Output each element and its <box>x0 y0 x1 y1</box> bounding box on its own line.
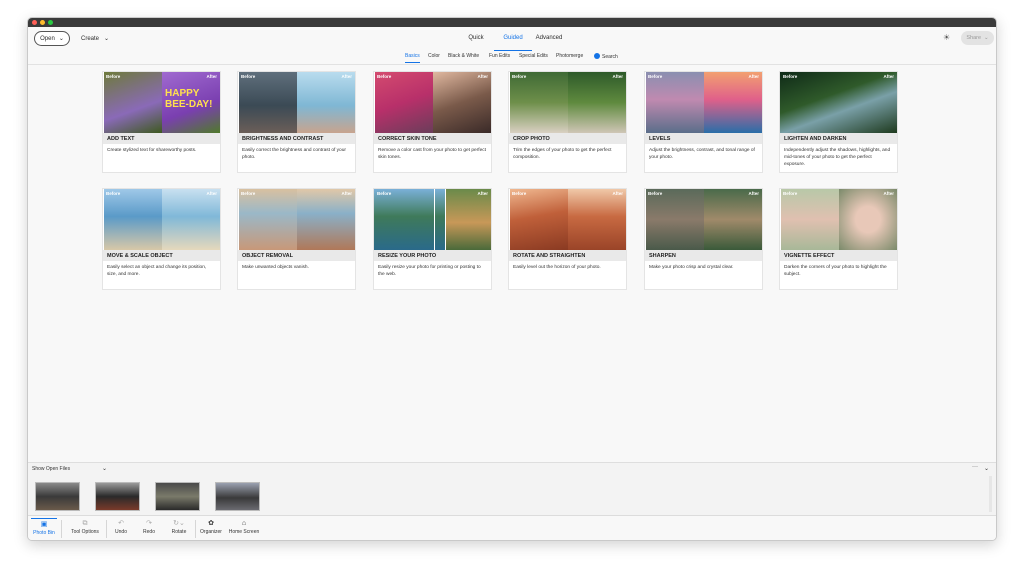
guided-card-move-scale-object[interactable]: Before After MOVE & SCALE OBJECT Easily … <box>102 188 221 290</box>
card-title: SHARPEN <box>645 250 762 261</box>
tool-options-icon: ⧉ <box>82 520 88 527</box>
show-open-files-label: Show Open Files <box>32 466 71 472</box>
card-title: LIGHTEN AND DARKEN <box>780 133 897 144</box>
photo-bin <box>28 474 996 516</box>
guided-card-brightness-contrast[interactable]: Before After BRIGHTNESS AND CONTRAST Eas… <box>237 71 356 173</box>
theme-toggle-sun-icon[interactable]: ☀ <box>943 33 950 42</box>
chevron-down-icon: ⌄ <box>58 36 64 42</box>
guided-card-resize-photo[interactable]: Before After RESIZE YOUR PHOTO Easily re… <box>373 188 492 290</box>
close-window-button[interactable] <box>32 20 37 25</box>
subtab-basics[interactable]: Basics <box>405 53 420 63</box>
guided-category-tabs: Basics Color Black & White Fun Edits Spe… <box>28 51 996 64</box>
open-label: Open <box>40 35 55 42</box>
chevron-down-icon: ⌄ <box>104 36 110 42</box>
redo-icon: ↷ <box>146 520 152 527</box>
guided-card-correct-skin-tone[interactable]: Before After CORRECT SKIN TONE Remove a … <box>373 71 492 173</box>
photo-thumbnail[interactable] <box>215 482 260 511</box>
app-window: Open ⌄ Create ⌄ Quick Guided Advanced ☀ … <box>27 17 997 541</box>
mode-tab-advanced[interactable]: Advanced <box>534 31 564 51</box>
search-icon <box>594 53 600 59</box>
card-description: Create stylized text for shareworthy pos… <box>107 148 197 153</box>
tool-options-button[interactable]: ⧉ Tool Options <box>68 518 102 540</box>
top-bar: Open ⌄ Create ⌄ Quick Guided Advanced ☀ … <box>28 27 996 51</box>
card-title: ADD TEXT <box>103 133 220 144</box>
organizer-button[interactable]: ✿ Organizer <box>199 518 223 540</box>
organizer-icon: ✿ <box>208 520 214 527</box>
bin-scrollbar[interactable] <box>989 476 992 512</box>
rotate-icon: ↻⌄ <box>173 520 185 527</box>
create-label: Create <box>81 35 100 42</box>
header-divider <box>28 64 996 65</box>
card-description: Darken the corners of your photo to high… <box>784 265 887 277</box>
card-description: Easily resize your photo for printing or… <box>378 265 481 277</box>
card-description: Adjust the brightness, contrast, and ton… <box>649 148 755 160</box>
title-bar <box>28 18 996 27</box>
share-label: Share <box>966 35 982 41</box>
subtab-black-white[interactable]: Black & White <box>448 53 479 63</box>
more-options-icon[interactable]: ··· <box>972 464 978 470</box>
chevron-down-icon: ⌄ <box>984 35 989 41</box>
card-description: Trim the edges of your photo to get the … <box>513 148 612 160</box>
card-description: Remove a color cast from your photo to g… <box>378 148 486 160</box>
subtab-special-edits[interactable]: Special Edits <box>519 53 548 63</box>
photo-bin-button[interactable]: ▣ Photo Bin <box>31 518 57 540</box>
guided-card-object-removal[interactable]: Before After OBJECT REMOVAL Make unwante… <box>237 188 356 290</box>
photo-bin-icon: ▣ <box>40 521 48 528</box>
card-description: Easily correct the brightness and contra… <box>242 148 346 160</box>
guided-card-add-text[interactable]: HAPPY BEE-DAY! Before After ADD TEXT Crea… <box>102 71 221 173</box>
subtab-color[interactable]: Color <box>428 53 440 63</box>
rotate-button[interactable]: ↻⌄ Rotate <box>168 518 190 540</box>
home-screen-button[interactable]: ⌂ Home Screen <box>227 518 261 540</box>
card-title: CORRECT SKIN TONE <box>374 133 491 144</box>
zoom-window-button[interactable] <box>48 20 53 25</box>
subtab-search[interactable]: Search <box>594 53 618 63</box>
guided-card-sharpen[interactable]: Before After SHARPEN Make your photo cri… <box>644 188 763 290</box>
share-button[interactable]: Share ⌄ <box>961 31 994 45</box>
card-description: Make your photo crisp and crystal clear. <box>649 265 734 270</box>
mode-tab-quick[interactable]: Quick <box>461 31 491 51</box>
card-title: VIGNETTE EFFECT <box>780 250 897 261</box>
card-title: OBJECT REMOVAL <box>238 250 355 261</box>
open-button[interactable]: Open ⌄ <box>34 31 70 46</box>
card-description: Easily level out the horizon of your pho… <box>513 265 601 270</box>
guided-card-rotate-straighten[interactable]: Before After ROTATE AND STRAIGHTEN Easil… <box>508 188 627 290</box>
home-icon: ⌂ <box>241 520 247 527</box>
collapse-bin-icon[interactable]: ⌄ <box>984 465 989 472</box>
create-button[interactable]: Create ⌄ <box>81 31 109 46</box>
guided-card-lighten-darken[interactable]: Before After LIGHTEN AND DARKEN Independ… <box>779 71 898 173</box>
minimize-window-button[interactable] <box>40 20 45 25</box>
card-title: RESIZE YOUR PHOTO <box>374 250 491 261</box>
photo-thumbnail[interactable] <box>155 482 200 511</box>
card-title: LEVELS <box>645 133 762 144</box>
card-title: CROP PHOTO <box>509 133 626 144</box>
undo-icon: ↶ <box>118 520 124 527</box>
photo-bin-header: Show Open Files ⌄ ··· ⌄ <box>28 462 996 474</box>
subtab-photomerge[interactable]: Photomerge <box>556 53 583 63</box>
redo-button[interactable]: ↷ Redo <box>140 518 158 540</box>
photo-thumbnail[interactable] <box>35 482 80 511</box>
photo-thumbnail[interactable] <box>95 482 140 511</box>
card-title: BRIGHTNESS AND CONTRAST <box>238 133 355 144</box>
card-title: MOVE & SCALE OBJECT <box>103 250 220 261</box>
card-description: Independently adjust the shadows, highli… <box>784 148 891 167</box>
guided-card-crop-photo[interactable]: Before After CROP PHOTO Trim the edges o… <box>508 71 627 173</box>
card-title: ROTATE AND STRAIGHTEN <box>509 250 626 261</box>
bottom-toolbar: ▣ Photo Bin ⧉ Tool Options ↶ Undo ↷ Redo… <box>28 516 996 540</box>
card-description: Make unwanted objects vanish. <box>242 265 309 270</box>
show-open-files-dropdown-icon[interactable]: ⌄ <box>102 465 107 472</box>
card-description: Easily select an object and change its p… <box>107 265 207 277</box>
subtab-fun-edits[interactable]: Fun Edits <box>489 53 510 63</box>
guided-card-levels[interactable]: Before After LEVELS Adjust the brightnes… <box>644 71 763 173</box>
mode-tab-guided[interactable]: Guided <box>494 31 532 51</box>
card-before-after-image: HAPPY BEE-DAY! Before After <box>103 72 220 133</box>
undo-button[interactable]: ↶ Undo <box>112 518 130 540</box>
guided-card-vignette-effect[interactable]: Before After VIGNETTE EFFECT Darken the … <box>779 188 898 290</box>
